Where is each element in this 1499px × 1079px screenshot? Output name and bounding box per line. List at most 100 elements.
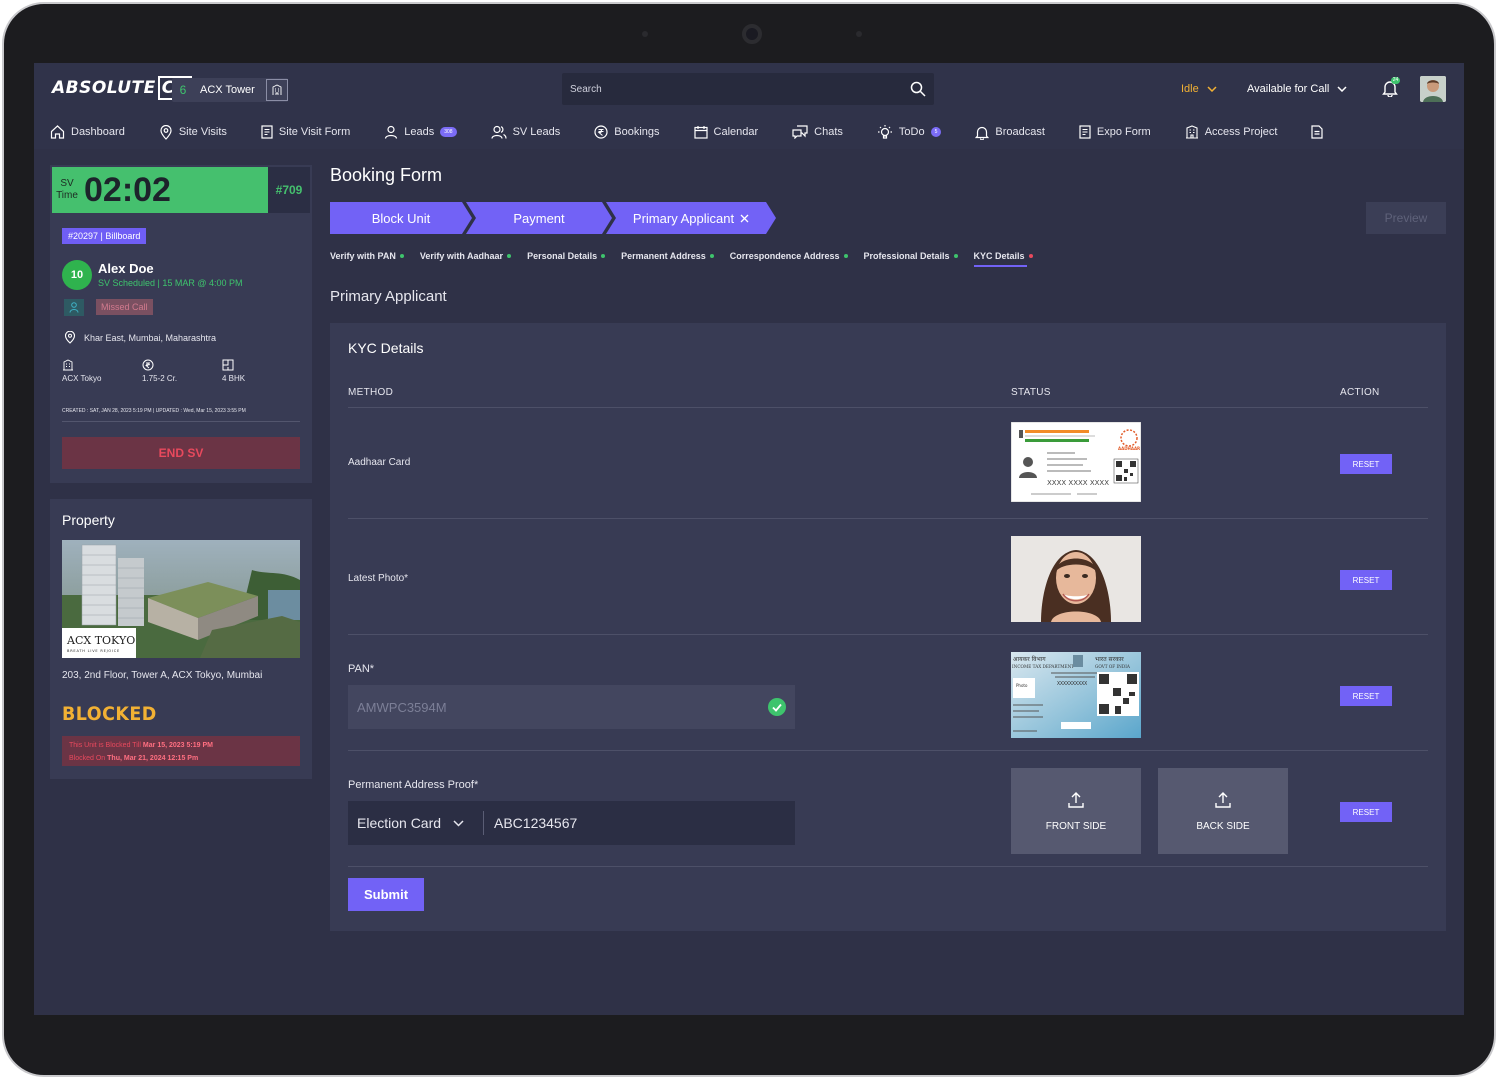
applicant-photo[interactable]: [1011, 536, 1141, 622]
status-dot: [709, 254, 714, 258]
submit-button[interactable]: Submit: [348, 878, 424, 911]
rupee-icon: [142, 359, 154, 371]
applicant-subtabs: Verify with PAN Verify with Aadhaar Pers…: [330, 251, 1033, 267]
search-icon[interactable]: [910, 81, 926, 97]
user-icon[interactable]: [64, 299, 84, 316]
nav-item-broadcast[interactable]: Broadcast: [975, 125, 1045, 140]
nav-item-leads[interactable]: Leads 308: [384, 125, 457, 139]
status-dropdown[interactable]: Idle: [1181, 83, 1217, 95]
notification-badge: 24: [1391, 77, 1400, 84]
upload-front-side-button[interactable]: FRONT SIDE: [1011, 768, 1141, 854]
nav-item-calendar[interactable]: Calendar: [693, 125, 758, 139]
project-selector[interactable]: 6 ACX Tower: [172, 78, 288, 102]
tab-personal-details[interactable]: Personal Details: [527, 251, 606, 261]
calendar-icon: [693, 126, 708, 139]
upload-back-side-button[interactable]: BACK SIDE: [1158, 768, 1288, 854]
building-icon: [266, 79, 288, 101]
chevron-down-icon: [453, 819, 464, 827]
address-proof-label: Permanent Address Proof*: [348, 779, 479, 791]
app-screen: ABSOLUTECX 6 ACX Tower Idle Available fo…: [34, 63, 1464, 1015]
row-label-photo: Latest Photo*: [348, 573, 409, 584]
search-input[interactable]: [562, 73, 882, 105]
svg-text:GOVT OF INDIA: GOVT OF INDIA: [1095, 664, 1131, 669]
step-primary-applicant[interactable]: Primary Applicant: [606, 202, 776, 234]
sensor-dot: [642, 31, 648, 37]
floorplan-icon: [222, 359, 234, 371]
project-count: 6: [179, 83, 187, 97]
property-card: Property ACX TOKYO BREATH LIVE REJOICE 2…: [50, 499, 312, 779]
availability-label: Available for Call: [1247, 83, 1330, 95]
preview-button[interactable]: Preview: [1366, 202, 1446, 234]
status-dot: [1028, 254, 1033, 258]
tab-correspondence-address[interactable]: Correspondence Address: [730, 251, 848, 261]
tab-verify-aadhaar[interactable]: Verify with Aadhaar: [420, 251, 512, 261]
reset-address-proof-button[interactable]: RESET: [1340, 802, 1392, 822]
reset-photo-button[interactable]: RESET: [1340, 570, 1392, 590]
lead-name[interactable]: Alex Doe: [98, 261, 154, 276]
search-box[interactable]: [562, 73, 934, 105]
nav-item-dashboard[interactable]: Dashboard: [50, 125, 125, 139]
nav-item-todo[interactable]: ToDo 5: [877, 124, 942, 140]
avatar[interactable]: [1420, 76, 1446, 102]
nav-item-access-project[interactable]: Access Project: [1185, 125, 1277, 139]
nav-item-bookings[interactable]: Bookings: [594, 125, 660, 139]
sv-number: #709: [268, 167, 310, 213]
rupee-icon: [594, 125, 608, 139]
building-icon: [1185, 125, 1198, 139]
kyc-panel: KYC Details METHOD STATUS ACTION Aadhaar…: [330, 323, 1446, 931]
reset-pan-button[interactable]: RESET: [1340, 686, 1392, 706]
reset-aadhaar-button[interactable]: RESET: [1340, 454, 1392, 474]
nav-item-site-visits[interactable]: Site Visits: [159, 124, 227, 140]
building-icon: [63, 359, 73, 371]
lead-score: 10: [62, 260, 92, 290]
address-proof-type-select[interactable]: Election Card: [348, 811, 484, 835]
step-block-unit[interactable]: Block Unit: [330, 202, 472, 234]
svg-text:AADHAAR: AADHAAR: [1118, 446, 1140, 451]
upload-icon: [1068, 791, 1084, 808]
bulb-icon: [877, 124, 892, 139]
main-nav: Dashboard Site Visits Site Visit Form Le…: [34, 115, 1464, 149]
tab-verify-pan[interactable]: Verify with PAN: [330, 251, 404, 261]
nav-item-expo-form[interactable]: Expo Form: [1079, 125, 1151, 139]
nav-item-sv-leads[interactable]: SV Leads: [490, 125, 560, 139]
chevron-down-icon: [1337, 86, 1347, 92]
nav-item-chats[interactable]: Chats: [792, 125, 843, 139]
top-bar: ABSOLUTECX 6 ACX Tower Idle Available fo…: [34, 63, 1464, 115]
pan-card-image[interactable]: आयकर विभाग भारत सरकार INCOME TAX DEPARTM…: [1011, 652, 1141, 738]
block-info: This Unit is Blocked Till Mar 15, 2023 5…: [62, 736, 300, 766]
svg-text:आयकर विभाग: आयकर विभाग: [1013, 655, 1046, 663]
address-proof-field: Election Card ABC1234567: [348, 801, 795, 845]
divider: [348, 866, 1428, 867]
tab-permanent-address[interactable]: Permanent Address: [621, 251, 714, 261]
leads-count-badge: 308: [440, 127, 457, 137]
pan-input[interactable]: AMWPC3594M: [348, 685, 795, 729]
close-icon[interactable]: [740, 214, 749, 223]
nav-item-site-visit-form[interactable]: Site Visit Form: [261, 125, 350, 139]
property-title: Property: [62, 512, 115, 528]
notifications-button[interactable]: 24: [1382, 77, 1400, 102]
column-header-action: ACTION: [1340, 387, 1380, 398]
camera-lens: [742, 24, 762, 44]
availability-dropdown[interactable]: Available for Call: [1247, 83, 1347, 95]
bell-icon: [975, 126, 990, 140]
status-dot: [507, 254, 512, 258]
chevron-down-icon: [1207, 86, 1217, 92]
end-sv-button[interactable]: END SV: [62, 437, 300, 469]
step-payment[interactable]: Payment: [466, 202, 612, 234]
users-icon: [490, 125, 507, 139]
section-title: Primary Applicant: [330, 288, 447, 305]
page-title: Booking Form: [330, 165, 443, 185]
svg-text:भारत सरकार: भारत सरकार: [1095, 656, 1124, 663]
upload-icon: [1215, 791, 1231, 808]
unit-status: BLOCKED: [62, 703, 157, 725]
svg-text:Photo: Photo: [1016, 683, 1028, 688]
divider: [62, 421, 300, 422]
sensor-dot: [856, 31, 862, 37]
todo-count-badge: 5: [930, 127, 942, 137]
address-proof-number-input[interactable]: ABC1234567: [484, 815, 577, 831]
aadhaar-card-image[interactable]: AADHAAR XXXX XXXX XXXX: [1011, 422, 1141, 502]
status-dot: [843, 254, 848, 258]
tab-kyc-details[interactable]: KYC Details: [973, 251, 1033, 267]
nav-item-more[interactable]: [1311, 125, 1324, 139]
tab-professional-details[interactable]: Professional Details: [864, 251, 958, 261]
